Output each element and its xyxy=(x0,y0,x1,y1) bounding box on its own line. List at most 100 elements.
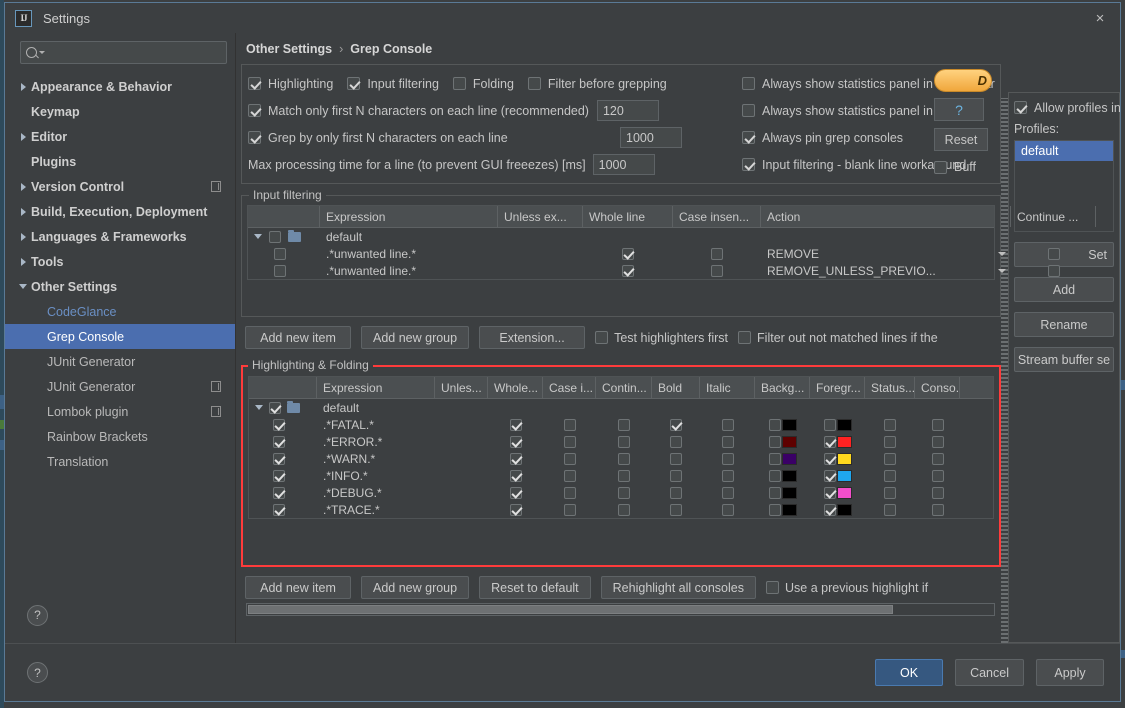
foreground-cell[interactable] xyxy=(810,450,865,467)
chevron-right-icon[interactable] xyxy=(20,132,26,141)
sidebar-item-translation[interactable]: Translation xyxy=(5,449,235,474)
color-swatch[interactable] xyxy=(781,452,797,465)
color-swatch[interactable] xyxy=(836,418,852,431)
background-cell[interactable] xyxy=(755,484,810,501)
match-first-n-input[interactable]: 120 xyxy=(596,100,659,121)
cell-checkbox[interactable] xyxy=(768,435,781,448)
add-new-group-button[interactable]: Add new group xyxy=(361,326,470,349)
column-header[interactable]: Case insen... xyxy=(673,206,761,227)
chevron-right-icon[interactable] xyxy=(20,207,26,216)
expression-cell[interactable]: .*FATAL.* xyxy=(317,416,435,433)
italic-cell[interactable] xyxy=(700,433,755,450)
whole-line-cell[interactable] xyxy=(583,245,673,262)
cell-checkbox[interactable] xyxy=(931,435,944,448)
column-header[interactable]: Whole line xyxy=(583,206,673,227)
sidebar-item-junit-generator[interactable]: JUnit Generator xyxy=(5,374,235,399)
cell-checkbox[interactable] xyxy=(931,469,944,482)
case-insensitive-cell[interactable] xyxy=(543,416,596,433)
cell-checkbox[interactable] xyxy=(563,503,576,516)
table-row[interactable]: .*ERROR.* xyxy=(249,433,993,450)
unless-cell[interactable] xyxy=(435,501,488,518)
chevron-down-icon[interactable] xyxy=(998,251,1006,256)
cell-checkbox[interactable] xyxy=(884,435,896,448)
rehighlight-all-consoles-button[interactable]: Rehighlight all consoles xyxy=(600,576,756,599)
reset-to-default-button[interactable]: Reset to default xyxy=(479,576,591,599)
column-header[interactable]: Italic xyxy=(700,377,755,398)
foreground-cell[interactable] xyxy=(810,484,865,501)
apply-button[interactable]: Apply xyxy=(1036,659,1104,686)
expression-cell[interactable]: .*DEBUG.* xyxy=(317,484,435,501)
sidebar-twisty[interactable] xyxy=(15,232,31,241)
cell-checkbox[interactable] xyxy=(618,469,630,482)
sidebar-item-languages-frameworks[interactable]: Languages & Frameworks xyxy=(5,224,235,249)
cell-checkbox[interactable] xyxy=(563,452,576,465)
rename-button[interactable]: Rename xyxy=(1014,312,1114,337)
continue-cell[interactable] xyxy=(596,501,652,518)
grep-first-n-checkbox[interactable] xyxy=(248,131,261,144)
expression-cell[interactable]: .*TRACE.* xyxy=(317,501,435,518)
column-header[interactable]: Contin... xyxy=(596,377,652,398)
whole-line-cell[interactable] xyxy=(488,399,543,416)
color-swatch[interactable] xyxy=(836,452,852,465)
reset-button[interactable]: Reset xyxy=(934,128,988,151)
unless-cell[interactable] xyxy=(435,467,488,484)
cell-checkbox[interactable] xyxy=(884,503,896,516)
sidebar-twisty[interactable] xyxy=(15,207,31,216)
unless-cell[interactable] xyxy=(435,484,488,501)
sidebar-item-codeglance[interactable]: CodeGlance xyxy=(5,299,235,324)
column-header[interactable]: Action xyxy=(761,206,1011,227)
case-insensitive-cell[interactable] xyxy=(543,501,596,518)
cell-checkbox[interactable] xyxy=(823,469,836,482)
cell-checkbox[interactable] xyxy=(670,503,682,516)
cell-checkbox[interactable] xyxy=(884,486,896,499)
action-cell[interactable]: REMOVE xyxy=(761,245,1011,262)
cell-checkbox[interactable] xyxy=(509,486,522,499)
cell-checkbox[interactable] xyxy=(622,264,634,277)
checkbox[interactable] xyxy=(248,77,261,90)
checkbox[interactable] xyxy=(766,581,779,594)
sidebar-item-junit-generator[interactable]: JUnit Generator xyxy=(5,349,235,374)
italic-cell[interactable] xyxy=(700,501,755,518)
right-toggle-always-pin-grep-consoles[interactable]: Always pin grep consoles xyxy=(742,124,934,151)
continue-cell[interactable] xyxy=(596,467,652,484)
console-cell[interactable] xyxy=(915,416,960,433)
breadcrumb-parent[interactable]: Other Settings xyxy=(246,42,332,56)
console-cell[interactable] xyxy=(915,501,960,518)
search-input[interactable] xyxy=(45,45,221,60)
color-swatch[interactable] xyxy=(836,469,852,482)
toggle-highlighting[interactable]: Highlighting xyxy=(248,77,333,91)
table-row[interactable]: .*INFO.* xyxy=(249,467,993,484)
background-cell[interactable] xyxy=(755,399,810,416)
checkbox[interactable] xyxy=(742,77,755,90)
continue-cell[interactable] xyxy=(1011,245,1096,262)
continue-cell[interactable] xyxy=(1011,228,1096,245)
console-cell[interactable] xyxy=(915,399,960,416)
column-header[interactable]: Expression xyxy=(320,206,498,227)
sidebar-twisty[interactable] xyxy=(15,82,31,91)
cell-checkbox[interactable] xyxy=(884,418,896,431)
cell-checkbox[interactable] xyxy=(768,418,781,431)
cell-checkbox[interactable] xyxy=(509,503,522,516)
foreground-cell[interactable] xyxy=(810,501,865,518)
italic-cell[interactable] xyxy=(700,416,755,433)
whole-line-cell[interactable] xyxy=(488,467,543,484)
cell-checkbox[interactable] xyxy=(931,452,944,465)
foreground-cell[interactable] xyxy=(810,416,865,433)
expression-cell[interactable]: .*unwanted line.* xyxy=(320,262,498,279)
sidebar-item-editor[interactable]: Editor xyxy=(5,124,235,149)
background-cell[interactable] xyxy=(755,450,810,467)
help-icon[interactable]: ? xyxy=(27,604,48,626)
stream-buffer-se-button[interactable]: Stream buffer se xyxy=(1014,347,1114,372)
max-processing-input[interactable]: 1000 xyxy=(592,154,655,175)
toggle-input-filtering[interactable]: Input filtering xyxy=(347,77,439,91)
italic-cell[interactable] xyxy=(700,484,755,501)
table-row[interactable]: .*TRACE.* xyxy=(249,501,993,518)
table-row[interactable]: .*WARN.* xyxy=(249,450,993,467)
row-enabled-checkbox[interactable] xyxy=(274,247,286,260)
foreground-cell[interactable] xyxy=(810,467,865,484)
unless-cell[interactable] xyxy=(435,416,488,433)
cell-checkbox[interactable] xyxy=(884,469,896,482)
grep-first-n-input[interactable]: 1000 xyxy=(620,127,682,148)
cell-checkbox[interactable] xyxy=(618,486,630,499)
cell-checkbox[interactable] xyxy=(823,486,836,499)
